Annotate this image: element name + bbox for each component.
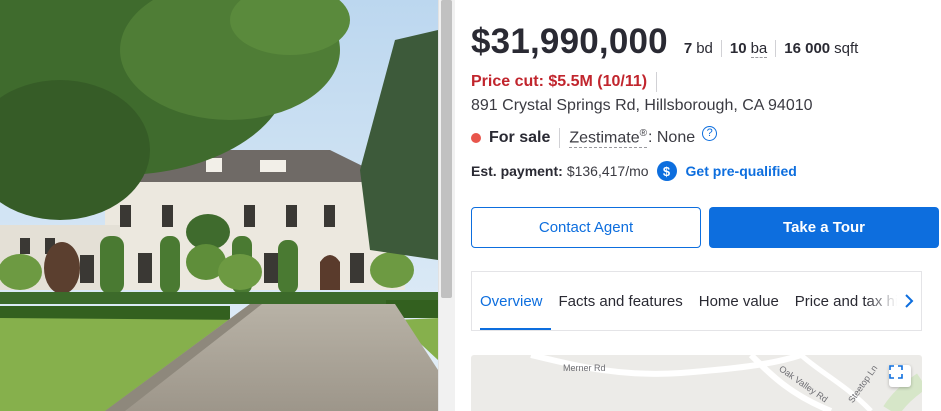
home-facts: 7 bd 10 ba 16 000 sqft [682,40,866,58]
zestimate-link[interactable]: Zestimate® [569,128,647,149]
status-row: For sale Zestimate® : None ? [471,125,718,149]
zestimate-label: Zestimate [569,129,640,147]
house-photo-image [0,0,438,411]
price-cut-divider [656,72,658,92]
status-dot-icon [471,133,481,144]
listing-status: For sale [489,129,551,147]
baths-unit[interactable]: ba [750,40,768,58]
sqft-fact: 16 000 sqft [775,40,866,57]
listing-address: 891 Crystal Springs Rd, Hillsborough, CA… [471,97,813,114]
take-a-tour-button[interactable]: Take a Tour [709,207,939,248]
payment-value: $136,417/mo [566,163,649,179]
location-map[interactable]: Merner Rd Oak Valley Rd Steetop Ln [471,355,922,411]
sqft-value: 16 000 [784,40,831,57]
section-tabs: Overview Facts and features Home value P… [471,271,922,331]
contact-agent-button[interactable]: Contact Agent [471,207,701,248]
expand-icon[interactable] [889,365,911,387]
baths-value: 10 [729,40,747,57]
price-row: $31,990,000 7 bd 10 ba 16 000 sqft [471,22,866,62]
sqft-unit: sqft [834,40,859,57]
beds-fact: 7 bd [682,40,721,57]
price-cut-label: Price cut: $5.5M (10/11) [471,73,648,90]
beds-value: 7 [683,40,693,57]
tab-home-value[interactable]: Home value [699,272,787,331]
listing-details: $31,990,000 7 bd 10 ba 16 000 sqft Price cu… [471,0,941,411]
get-prequalified-link[interactable]: Get pre-qualified [686,163,797,179]
chevron-right-icon[interactable] [901,291,917,311]
beds-unit: bd [696,40,713,57]
payment-row: Est. payment: $136,417/mo $ Get pre-qual… [471,161,797,181]
tabs-divider [471,330,922,331]
zestimate-registered-mark: ® [639,128,647,139]
zestimate-value: : None [647,129,696,147]
listing-photo[interactable] [0,0,438,411]
listing-price: $31,990,000 [471,22,668,61]
baths-fact[interactable]: 10 ba [720,40,775,58]
tab-overview[interactable]: Overview [480,272,551,331]
dollar-circle-icon: $ [656,161,677,181]
tab-facts-and-features[interactable]: Facts and features [559,272,691,331]
price-cut-row: Price cut: $5.5M (10/11) [471,72,658,92]
map-label-merner-rd: Merner Rd [563,363,606,373]
tabs-fade [867,272,897,331]
page-scrollbar-thumb[interactable] [441,0,452,298]
tab-list: Overview Facts and features Home value P… [480,272,897,331]
help-circle-icon[interactable]: ? [702,125,718,141]
payment-label: Est. payment: [471,163,563,179]
status-divider [559,128,561,149]
